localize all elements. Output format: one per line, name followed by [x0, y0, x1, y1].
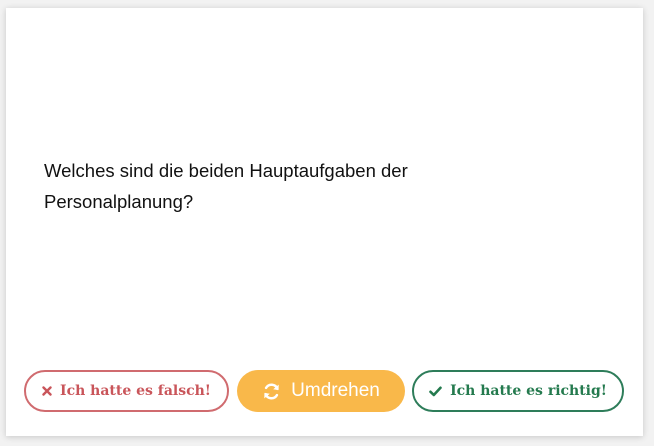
refresh-icon — [262, 382, 281, 401]
checkmark-icon — [429, 386, 442, 397]
flashcard: Welches sind die beiden Hauptaufgaben de… — [6, 8, 643, 436]
wrong-answer-label: Ich hatte es falsch! — [60, 383, 211, 399]
x-icon — [42, 386, 52, 396]
correct-answer-label: Ich hatte es richtig! — [450, 383, 607, 399]
flip-label: Umdrehen — [291, 380, 380, 401]
flip-button[interactable]: Umdrehen — [237, 370, 405, 412]
wrong-answer-button[interactable]: Ich hatte es falsch! — [24, 370, 229, 412]
correct-answer-button[interactable]: Ich hatte es richtig! — [412, 370, 624, 412]
question-text: Welches sind die beiden Hauptaufgaben de… — [44, 160, 408, 212]
